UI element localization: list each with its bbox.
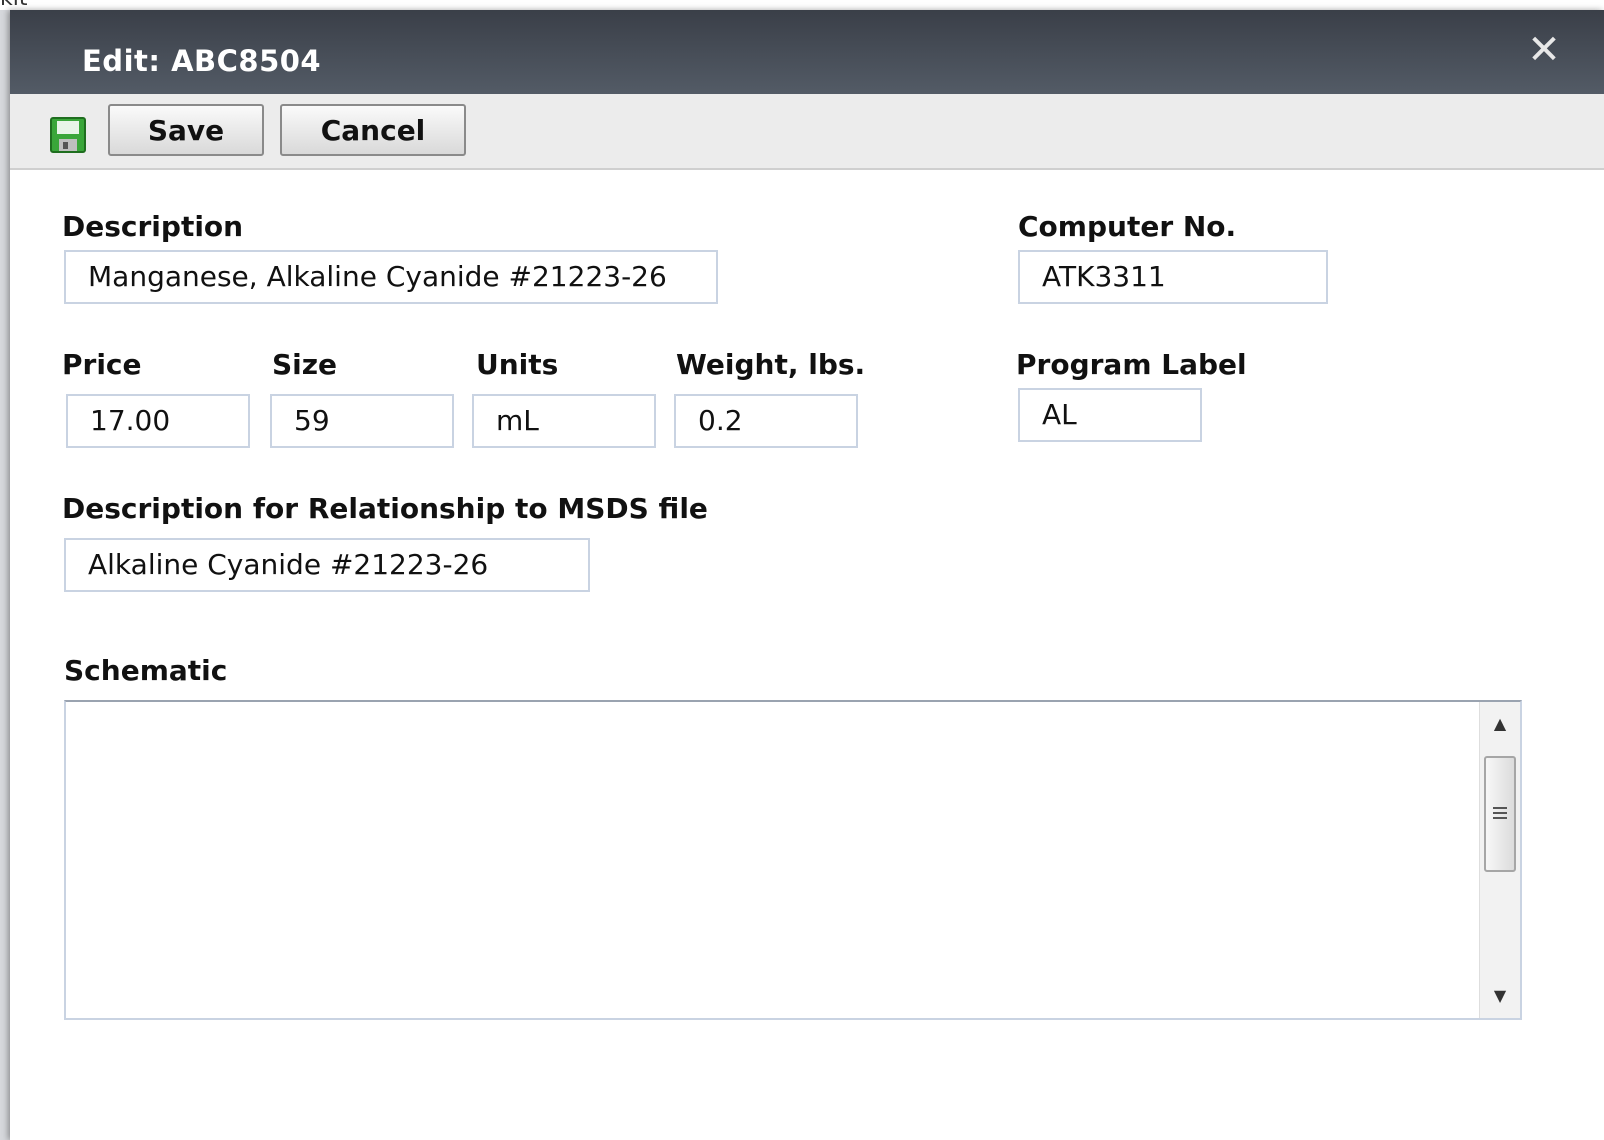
scroll-up-arrow-icon[interactable]: ▲ bbox=[1480, 704, 1520, 744]
weight-input[interactable]: 0.2 bbox=[674, 394, 858, 448]
weight-label: Weight, lbs. bbox=[676, 348, 866, 381]
description-label: Description bbox=[62, 210, 244, 243]
close-icon[interactable]: ✕ bbox=[1524, 30, 1564, 70]
msds-description-label: Description for Relationship to MSDS fil… bbox=[62, 492, 708, 525]
dialog-title: Edit: ABC8504 bbox=[82, 44, 322, 78]
program-label-label: Program Label bbox=[1016, 348, 1247, 381]
size-label: Size bbox=[272, 348, 338, 381]
schematic-textarea[interactable]: ▲ ▼ bbox=[64, 700, 1522, 1020]
backdrop-strip: kit bbox=[0, 0, 1604, 10]
price-input[interactable]: 17.00 bbox=[66, 394, 250, 448]
edit-dialog: Edit: ABC8504 ✕ Save Cancel Description … bbox=[10, 10, 1604, 1140]
cancel-button[interactable]: Cancel bbox=[280, 104, 466, 156]
dialog-titlebar: Edit: ABC8504 ✕ bbox=[10, 10, 1604, 94]
dialog-toolbar: Save Cancel bbox=[10, 94, 1604, 170]
schematic-label: Schematic bbox=[64, 654, 228, 687]
scroll-down-arrow-icon[interactable]: ▼ bbox=[1480, 976, 1520, 1016]
floppy-disk-icon[interactable] bbox=[50, 117, 86, 153]
units-input[interactable]: mL bbox=[472, 394, 656, 448]
schematic-scrollbar[interactable]: ▲ ▼ bbox=[1479, 702, 1520, 1018]
msds-description-input[interactable]: Alkaline Cyanide #21223-26 bbox=[64, 538, 590, 592]
save-button[interactable]: Save bbox=[108, 104, 264, 156]
scroll-thumb[interactable] bbox=[1484, 756, 1516, 872]
units-label: Units bbox=[476, 348, 559, 381]
backdrop-partial-text: kit bbox=[0, 0, 27, 10]
computer-no-label: Computer No. bbox=[1018, 210, 1237, 243]
size-input[interactable]: 59 bbox=[270, 394, 454, 448]
program-label-input[interactable]: AL bbox=[1018, 388, 1202, 442]
description-input[interactable]: Manganese, Alkaline Cyanide #21223-26 bbox=[64, 250, 718, 304]
price-label: Price bbox=[62, 348, 142, 381]
computer-no-input[interactable]: ATK3311 bbox=[1018, 250, 1328, 304]
grip-icon bbox=[1493, 807, 1507, 821]
